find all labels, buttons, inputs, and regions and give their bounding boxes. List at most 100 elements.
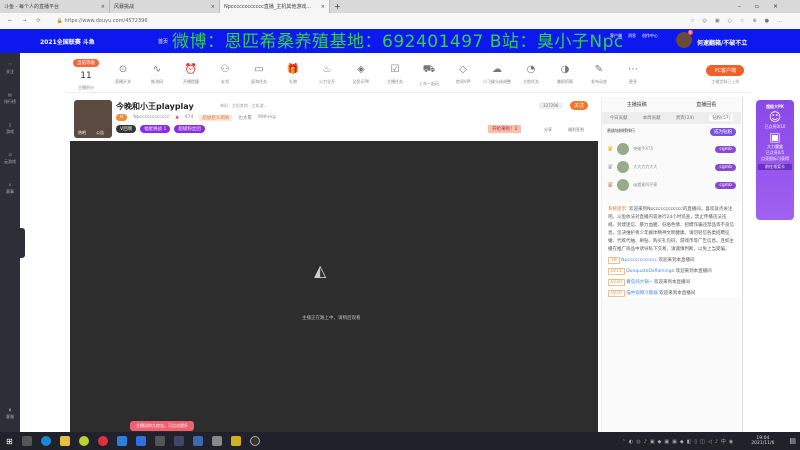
signin-button[interactable]: 福利签到 xyxy=(568,127,584,133)
sidebar-item-games[interactable]: ▯ 游戏 xyxy=(0,113,20,143)
app-icon[interactable] xyxy=(211,436,222,446)
toolbar-live-switch[interactable]: ⊙ 直播开关 xyxy=(106,64,140,87)
steam-icon[interactable] xyxy=(192,436,203,446)
nav-creator[interactable]: 创作中心 xyxy=(642,33,658,39)
pc-client-button[interactable]: PC客户端 xyxy=(706,65,744,76)
fan-tag: cgmb xyxy=(715,145,736,153)
logo[interactable]: 2021全国联赛 斗鱼 xyxy=(40,37,95,46)
toolbar-recruit[interactable]: ◑ 兼职招募 xyxy=(548,64,582,87)
vip-badge[interactable]: V回增 xyxy=(116,125,137,133)
follow-button[interactable]: 关注 xyxy=(570,101,589,110)
toolbar-tasks[interactable]: ▭ 星海任务 xyxy=(242,64,276,87)
user-name[interactable]: 何速翻箱/不破不立 xyxy=(697,38,747,47)
edge-icon[interactable] xyxy=(40,436,51,446)
back-icon[interactable]: ← xyxy=(8,18,12,24)
fan-club-badge[interactable]: 超级粉丝团 xyxy=(174,125,205,133)
app-icon[interactable] xyxy=(78,436,89,446)
toolbar-label: 更多 xyxy=(629,78,637,84)
chat-user[interactable]: Npcccccccccccc xyxy=(621,258,657,263)
post-icon: ✎ xyxy=(594,63,604,75)
toast-message[interactable]: 主播送你九房宝，可点击提升 xyxy=(130,421,194,431)
toolbar-label: 大航任务 xyxy=(523,78,539,84)
app-icon[interactable] xyxy=(230,436,241,446)
tab-vip[interactable]: 贵宾(24) xyxy=(676,115,694,121)
room-category[interactable]: 单机 · 主机其他 · 主机游... xyxy=(220,103,267,109)
level-widget[interactable]: 当前等级 11 主播积分 xyxy=(66,59,106,91)
toolbar-stream-code[interactable]: ∿ 推流码 xyxy=(140,64,174,87)
share-button[interactable]: 分享 xyxy=(544,127,552,133)
toolbar-fire[interactable]: ♨ 火力全开 xyxy=(310,64,344,87)
replay-link[interactable]: 直播回看 xyxy=(696,101,716,108)
rank-row[interactable]: ♛ 突破手X75 cgmb xyxy=(602,140,741,158)
clock[interactable]: 19:04 2021/11/6 xyxy=(745,436,780,446)
chat-scrollbar[interactable] xyxy=(742,97,743,432)
toolbar-post[interactable]: ✎ 发布动态 xyxy=(582,64,616,87)
browser-extension-icons[interactable]: ☆◎▣○☆⊕●… xyxy=(690,18,800,24)
url-input[interactable]: 🔒 https://www.douyu.com/4572396 xyxy=(51,16,611,27)
tab-today[interactable]: 今日贡献 xyxy=(610,115,628,121)
forward-icon[interactable]: → xyxy=(22,18,26,24)
rank-user: 大大力力大大 xyxy=(633,164,658,169)
rank-row[interactable]: ♛ 大大力力大大 cgmb xyxy=(602,158,741,176)
join-diamond-button[interactable]: 成为钻粉 xyxy=(710,128,736,136)
lucky-challenge-badge[interactable]: 福星挑战 1 xyxy=(140,125,171,133)
sidebar-item-events[interactable]: ♕ 赛事 xyxy=(0,173,20,203)
announcement-label[interactable]: 公告 xyxy=(96,130,104,136)
app-icon[interactable] xyxy=(173,436,184,446)
chat-user[interactable]: 番茄炖大锅~ xyxy=(626,280,652,285)
system-tray-icons[interactable]: ⌃◐◎♪▣◆▣▣◆◧▯◫◁♪中◉ xyxy=(622,438,737,445)
sidebar-collapse-handle[interactable] xyxy=(20,228,25,258)
new-tab-icon[interactable]: + xyxy=(330,2,345,11)
sidebar-item-rank[interactable]: ▤ 排行榜 xyxy=(0,83,20,113)
label: 游戏 xyxy=(6,128,14,134)
app-icon[interactable] xyxy=(116,436,127,446)
nav-home[interactable]: 首页 xyxy=(158,38,168,45)
sidebar-item-cloud-games[interactable]: ⊡ 云游戏 xyxy=(0,143,20,173)
toolbar-car[interactable]: ⛟ 上车一起玩 xyxy=(412,64,446,87)
explorer-icon[interactable] xyxy=(59,436,70,446)
toolbar-anchor-tasks[interactable]: ☑ 主播任务 xyxy=(378,64,412,87)
app-icon[interactable] xyxy=(97,436,108,446)
windows-start-icon[interactable]: ⊞ xyxy=(6,437,13,446)
obs-icon[interactable] xyxy=(249,436,260,446)
toolbar-friends[interactable]: ⚇ 友邻 xyxy=(208,64,242,87)
app-icon[interactable] xyxy=(154,436,165,446)
toolbar-ufo[interactable]: ☁ 小飞碟分成调整 xyxy=(480,64,514,87)
anchor-name[interactable]: Npcccccccccccc xyxy=(133,115,169,120)
close-icon[interactable]: × xyxy=(101,4,105,10)
window-controls[interactable]: –▫× xyxy=(738,3,800,10)
tab-1[interactable]: 斗鱼 - 每个人的直播平台 × xyxy=(0,0,110,13)
toolbar-vip[interactable]: ◇ 房间VIP xyxy=(446,64,480,87)
avatar-label[interactable]: 热吧 xyxy=(78,130,86,136)
anchor-avatar[interactable]: 热吧 公告 xyxy=(74,100,112,138)
close-icon[interactable]: × xyxy=(211,4,215,10)
rank-row[interactable]: ♛ @超紧凹仔郭 cgmb xyxy=(602,176,741,194)
toolbar-navy[interactable]: ◔ 大航任务 xyxy=(514,64,548,87)
nav-messages[interactable]: 消息 xyxy=(628,33,636,39)
toolbar-pk[interactable]: ◈ 全民乐PK xyxy=(344,64,378,87)
notification-icon[interactable]: ▤ xyxy=(789,437,800,445)
room-tag[interactable]: 超级巨头萌新 xyxy=(199,114,233,121)
video-player[interactable]: ◭ 主播正在路上中，请稍后观看 主播送你九房宝，可点击提升 xyxy=(70,141,598,432)
app-icon[interactable] xyxy=(135,436,146,446)
tab-diamond[interactable]: 钻粉(57) xyxy=(709,115,734,121)
browser-tab-bar: 斗鱼 - 每个人的直播平台 × 风暴挑战 × Npcccccccccccc直播_主机… xyxy=(0,0,800,13)
reload-icon[interactable]: ⟳ xyxy=(36,18,40,24)
anchor-videos-link[interactable]: 主播投稿 xyxy=(627,101,647,108)
tab-week[interactable]: 本周贡献 xyxy=(643,115,661,121)
tab-2[interactable]: 风暴挑战 × xyxy=(110,0,220,13)
task-view-icon[interactable] xyxy=(21,436,32,446)
event-banner[interactable]: 开抢来啦！2 xyxy=(488,125,522,133)
toolbar-reminder[interactable]: ⏰ 开播提醒 xyxy=(174,64,208,87)
tab-3[interactable]: Npcccccccccccc直播_主机其他游戏... × xyxy=(220,0,330,13)
chat-user[interactable]: 猫中观察冷静器 xyxy=(626,291,658,296)
sidebar-item-follow[interactable]: ♡ 关注 xyxy=(0,53,20,83)
chat-user[interactable]: DonquateDoflamingo xyxy=(626,269,674,274)
toolbar-more[interactable]: ⋯ 更多 xyxy=(616,64,650,87)
side-ad[interactable]: 超级大PK ☺ 已点亮0/10 ▣ 大力魔盒 已点亮0/5 点亮图标可获得 前往… xyxy=(756,100,794,220)
sidebar-item-service[interactable]: ◖ 客服 xyxy=(0,398,20,428)
level-label: 主播积分 xyxy=(78,85,94,90)
system-label: 系统提示: xyxy=(608,207,628,212)
toolbar-gift[interactable]: 🎁 礼物 xyxy=(276,64,310,87)
close-icon[interactable]: × xyxy=(321,4,325,10)
